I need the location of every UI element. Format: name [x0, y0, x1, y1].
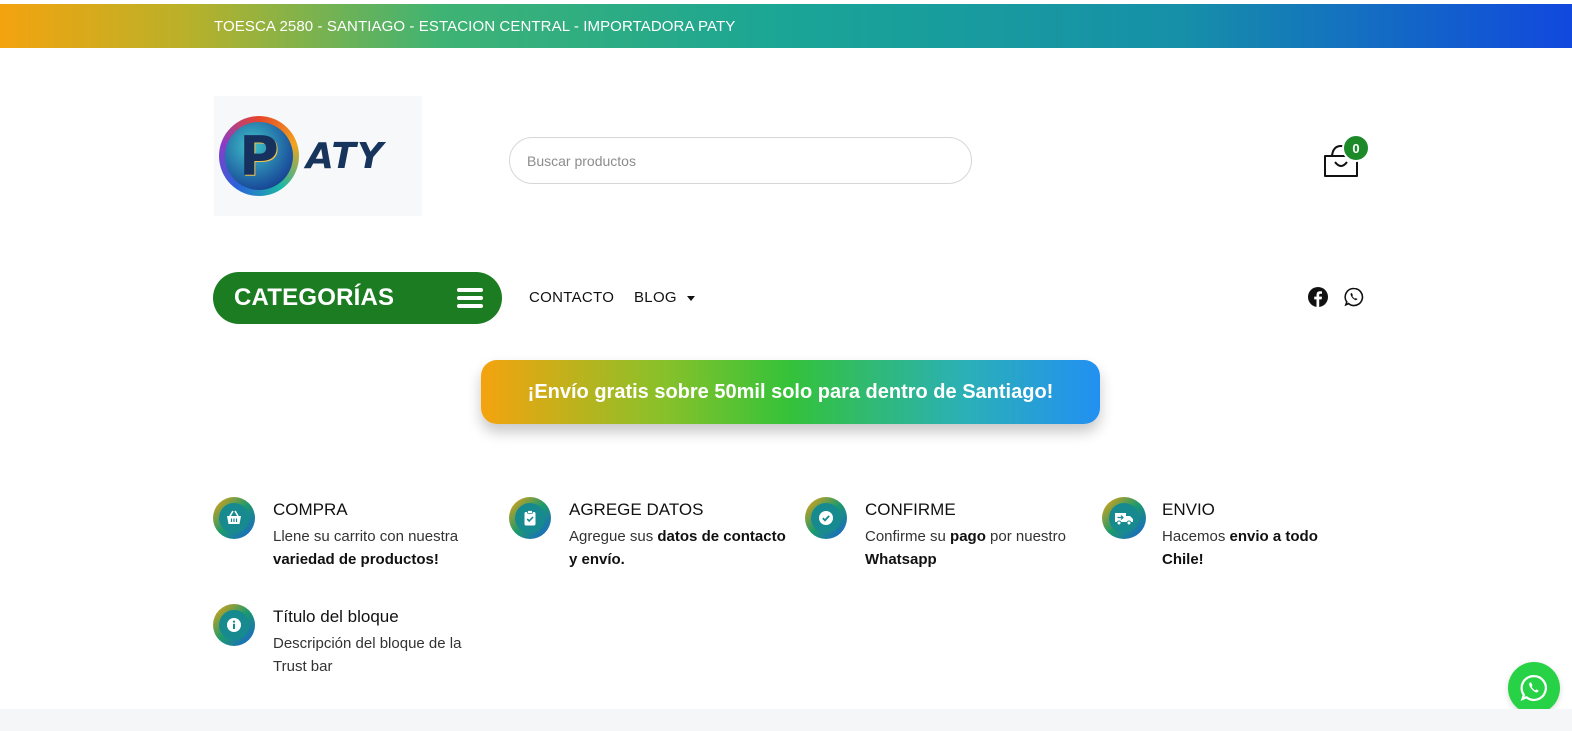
clipboard-check-icon [509, 497, 551, 539]
footer-strip [0, 709, 1572, 731]
search-box[interactable] [509, 137, 972, 184]
nav-link-blog-label: BLOG [634, 289, 677, 306]
trust-title: ENVIO [1162, 500, 1215, 519]
logo-letter: P [225, 122, 293, 190]
logo-text: ATY [306, 136, 385, 177]
nav-link-contacto[interactable]: CONTACTO [529, 289, 614, 306]
trust-description: Hacemos envio a todo Chile! [1162, 528, 1318, 568]
search-input[interactable] [527, 152, 971, 169]
categories-menu-button[interactable]: CATEGORÍAS [213, 272, 502, 324]
trust-description: Descripción del bloque de la Trust bar [273, 635, 462, 675]
info-icon [213, 604, 255, 646]
trust-description: Confirme su pago por nuestro Whatsapp [865, 528, 1066, 568]
categories-label: CATEGORÍAS [234, 284, 395, 311]
trust-description: Llene su carrito con nuestra variedad de… [273, 528, 459, 568]
store-logo[interactable]: P ATY [214, 96, 422, 216]
basket-icon [213, 497, 255, 539]
check-circle-icon [805, 497, 847, 539]
free-shipping-banner: ¡Envío gratis sobre 50mil solo para dent… [481, 360, 1100, 424]
whatsapp-icon[interactable] [1344, 287, 1364, 307]
cart-count-badge: 0 [1342, 134, 1370, 162]
trust-description: Agregue sus datos de contacto y envío. [569, 528, 786, 568]
facebook-icon[interactable] [1308, 287, 1328, 307]
trust-title: COMPRA [273, 500, 348, 519]
logo-emblem: P [219, 116, 299, 196]
nav-link-blog[interactable]: BLOG [634, 289, 695, 306]
truck-icon [1102, 497, 1146, 539]
store-address: TOESCA 2580 - SANTIAGO - ESTACION CENTRA… [214, 17, 736, 35]
hamburger-icon [457, 288, 483, 308]
trust-title: CONFIRME [865, 500, 956, 519]
whatsapp-icon [1520, 674, 1547, 702]
trust-title: AGREGE DATOS [569, 500, 704, 519]
trust-title: Título del bloque [273, 607, 399, 626]
top-announcement-bar: TOESCA 2580 - SANTIAGO - ESTACION CENTRA… [0, 4, 1572, 48]
caret-down-icon [686, 295, 695, 301]
whatsapp-float-button[interactable] [1508, 662, 1560, 714]
